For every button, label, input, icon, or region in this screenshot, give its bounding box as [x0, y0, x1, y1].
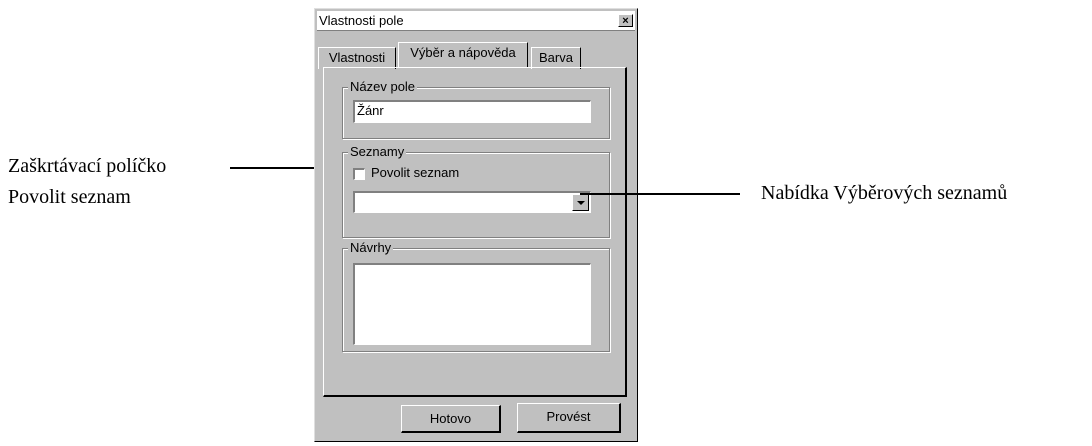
- enable-list-label[interactable]: Povolit seznam: [371, 165, 459, 181]
- suggestions-group-label: Návrhy: [348, 240, 394, 256]
- field-name-input[interactable]: Žánr: [353, 100, 591, 123]
- tab-selection-help[interactable]: Výběr a nápověda: [398, 42, 528, 67]
- lists-group-label: Seznamy: [348, 144, 407, 160]
- dialog-titlebar[interactable]: Vlastnosti pole ×: [317, 11, 635, 31]
- suggestions-textarea[interactable]: [353, 263, 591, 345]
- checkbox-callout-line2: Povolit seznam: [8, 186, 131, 208]
- field-name-group: Název pole Žánr: [342, 79, 610, 139]
- lists-group: Seznamy Povolit seznam: [342, 144, 610, 238]
- dialog-title: Vlastnosti pole: [319, 13, 404, 28]
- checkbox-callout-line1: Zaškrtávací políčko: [8, 155, 167, 177]
- close-icon[interactable]: ×: [618, 14, 633, 27]
- suggestions-group: Návrhy: [342, 240, 610, 352]
- tab-color[interactable]: Barva: [531, 47, 581, 69]
- enable-list-checkbox[interactable]: [353, 168, 365, 180]
- chevron-down-icon[interactable]: [572, 194, 589, 211]
- dropdown-callout-line: [580, 193, 740, 195]
- tab-properties[interactable]: Vlastnosti: [318, 47, 396, 69]
- field-name-group-label: Název pole: [348, 79, 418, 95]
- done-button[interactable]: Hotovo: [401, 405, 501, 433]
- apply-button[interactable]: Provést: [517, 403, 621, 433]
- dropdown-callout: Nabídka Výběrových seznamů: [761, 182, 1008, 204]
- selection-list-dropdown[interactable]: [353, 191, 591, 213]
- field-properties-dialog: Vlastnosti pole × Vlastnosti Výběr a náp…: [314, 8, 638, 442]
- tab-panel: Název pole Žánr Seznamy Povolit seznam N…: [323, 67, 627, 397]
